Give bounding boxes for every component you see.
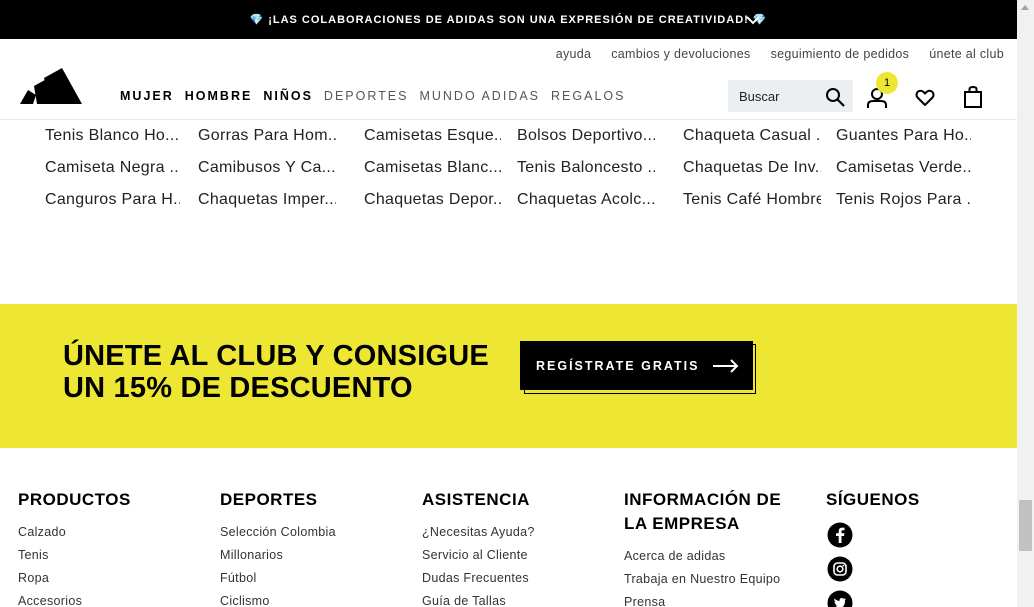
instagram-icon[interactable] bbox=[827, 556, 853, 582]
footer-link[interactable]: ¿Necesitas Ayuda? bbox=[422, 521, 602, 544]
product-link[interactable]: Tenis Café Hombre bbox=[683, 191, 821, 209]
product-link[interactable]: Camiseta Negra ... bbox=[45, 159, 180, 177]
footer-col-siguenos: SÍGUENOS bbox=[826, 488, 996, 521]
nav-hombre[interactable]: HOMBRE bbox=[185, 89, 253, 103]
nav-mujer[interactable]: MUJER bbox=[120, 89, 174, 103]
promo-text: ¡LAS COLABORACIONES DE ADIDAS SON UNA EX… bbox=[268, 13, 749, 26]
help-link[interactable]: ayuda bbox=[556, 47, 592, 61]
scrollbar-thumb[interactable] bbox=[1019, 500, 1032, 551]
facebook-icon[interactable] bbox=[827, 522, 853, 548]
footer-col-asistencia: ASISTENCIA ¿Necesitas Ayuda? Servicio al… bbox=[422, 488, 602, 607]
product-link[interactable]: Tenis Baloncesto ... bbox=[517, 159, 655, 177]
product-link[interactable]: Camisetas Verde... bbox=[836, 159, 971, 177]
footer-link[interactable]: Servicio al Cliente bbox=[422, 544, 602, 567]
account-badge: 1 bbox=[876, 72, 898, 94]
product-link[interactable]: Chaquetas Acolc... bbox=[517, 191, 655, 209]
product-link[interactable]: Chaquetas Imper... bbox=[198, 191, 336, 209]
register-button-label: REGÍSTRATE GRATIS bbox=[536, 358, 700, 373]
product-link[interactable]: Camisetas Esque... bbox=[364, 127, 501, 145]
footer-link[interactable]: Acerca de adidas bbox=[624, 545, 804, 568]
footer-link[interactable]: Dudas Frecuentes bbox=[422, 567, 602, 590]
product-link[interactable]: Gorras Para Hom... bbox=[198, 127, 336, 145]
club-title: ÚNETE AL CLUB Y CONSIGUE UN 15% DE DESCU… bbox=[63, 340, 503, 404]
nav-ninos[interactable]: NIÑOS bbox=[263, 89, 313, 103]
returns-link[interactable]: cambios y devoluciones bbox=[611, 47, 750, 61]
search-icon[interactable] bbox=[825, 87, 845, 107]
footer-heading: PRODUCTOS bbox=[18, 490, 131, 509]
diamond-icon: 💎 bbox=[249, 14, 265, 26]
order-tracking-link[interactable]: seguimiento de pedidos bbox=[771, 47, 910, 61]
product-link[interactable]: Canguros Para H... bbox=[45, 191, 180, 209]
product-link[interactable]: Tenis Blanco Ho... bbox=[45, 127, 180, 145]
product-link[interactable]: Chaqueta Casual ... bbox=[683, 127, 821, 145]
product-link[interactable]: Bolsos Deportivo... bbox=[517, 127, 655, 145]
footer-link[interactable]: Prensa bbox=[624, 591, 804, 607]
search-placeholder: Buscar bbox=[739, 88, 780, 104]
footer-col-productos: PRODUCTOS Calzado Tenis Ropa Accesorios bbox=[18, 488, 198, 607]
adidas-logo[interactable] bbox=[20, 64, 82, 104]
footer-heading: INFORMACIÓN DE LA EMPRESA bbox=[624, 490, 782, 533]
footer-col-empresa: INFORMACIÓN DE LA EMPRESA Acerca de adid… bbox=[624, 488, 804, 607]
header-divider bbox=[0, 119, 1017, 120]
footer-link[interactable]: Ciclismo bbox=[220, 590, 400, 607]
nav-mundo-adidas[interactable]: MUNDO ADIDAS bbox=[419, 89, 540, 103]
utility-links: ayuda cambios y devoluciones seguimiento… bbox=[556, 47, 1004, 61]
register-button[interactable]: REGÍSTRATE GRATIS bbox=[520, 341, 753, 390]
chevron-down-icon[interactable] bbox=[745, 12, 761, 28]
club-title-line2: UN 15% DE DESCUENTO bbox=[63, 372, 413, 404]
product-link[interactable]: Camibusos Y Ca... bbox=[198, 159, 336, 177]
footer-link[interactable]: Ropa bbox=[18, 567, 198, 590]
club-title-line1: ÚNETE AL CLUB Y CONSIGUE bbox=[63, 340, 489, 372]
heart-icon[interactable] bbox=[915, 88, 935, 108]
product-link[interactable]: Guantes Para Ho... bbox=[836, 127, 971, 145]
footer-link[interactable]: Fútbol bbox=[220, 567, 400, 590]
product-link[interactable]: Camisetas Blanc... bbox=[364, 159, 501, 177]
product-link[interactable]: Chaquetas Depor... bbox=[364, 191, 501, 209]
footer-link[interactable]: Millonarios bbox=[220, 544, 400, 567]
bag-icon[interactable] bbox=[963, 86, 983, 108]
footer-link[interactable]: Trabaja en Nuestro Equipo bbox=[624, 568, 804, 591]
twitter-icon[interactable] bbox=[827, 590, 853, 607]
main-nav: MUJER HOMBRE NIÑOS DEPORTES MUNDO ADIDAS… bbox=[120, 89, 625, 103]
footer-col-deportes: DEPORTES Selección Colombia Millonarios … bbox=[220, 488, 400, 607]
footer-link[interactable]: Selección Colombia bbox=[220, 521, 400, 544]
footer-link[interactable]: Calzado bbox=[18, 521, 198, 544]
footer-link[interactable]: Tenis bbox=[18, 544, 198, 567]
product-link[interactable]: Tenis Rojos Para ... bbox=[836, 191, 971, 209]
scroll-up-arrow[interactable] bbox=[1021, 5, 1029, 10]
footer-heading: ASISTENCIA bbox=[422, 490, 530, 509]
footer-heading: DEPORTES bbox=[220, 490, 318, 509]
product-link[interactable]: Chaquetas De Inv... bbox=[683, 159, 821, 177]
footer-link[interactable]: Guía de Tallas bbox=[422, 590, 602, 607]
nav-regalos[interactable]: REGALOS bbox=[551, 89, 625, 103]
footer-heading: SÍGUENOS bbox=[826, 490, 920, 509]
arrow-right-icon bbox=[713, 359, 739, 373]
footer-link[interactable]: Accesorios bbox=[18, 590, 198, 607]
search-input[interactable]: Buscar bbox=[728, 80, 853, 112]
promo-bar[interactable]: 💎 ¡LAS COLABORACIONES DE ADIDAS SON UNA … bbox=[0, 0, 1017, 39]
nav-deportes[interactable]: DEPORTES bbox=[324, 89, 409, 103]
join-club-link[interactable]: únete al club bbox=[929, 47, 1004, 61]
